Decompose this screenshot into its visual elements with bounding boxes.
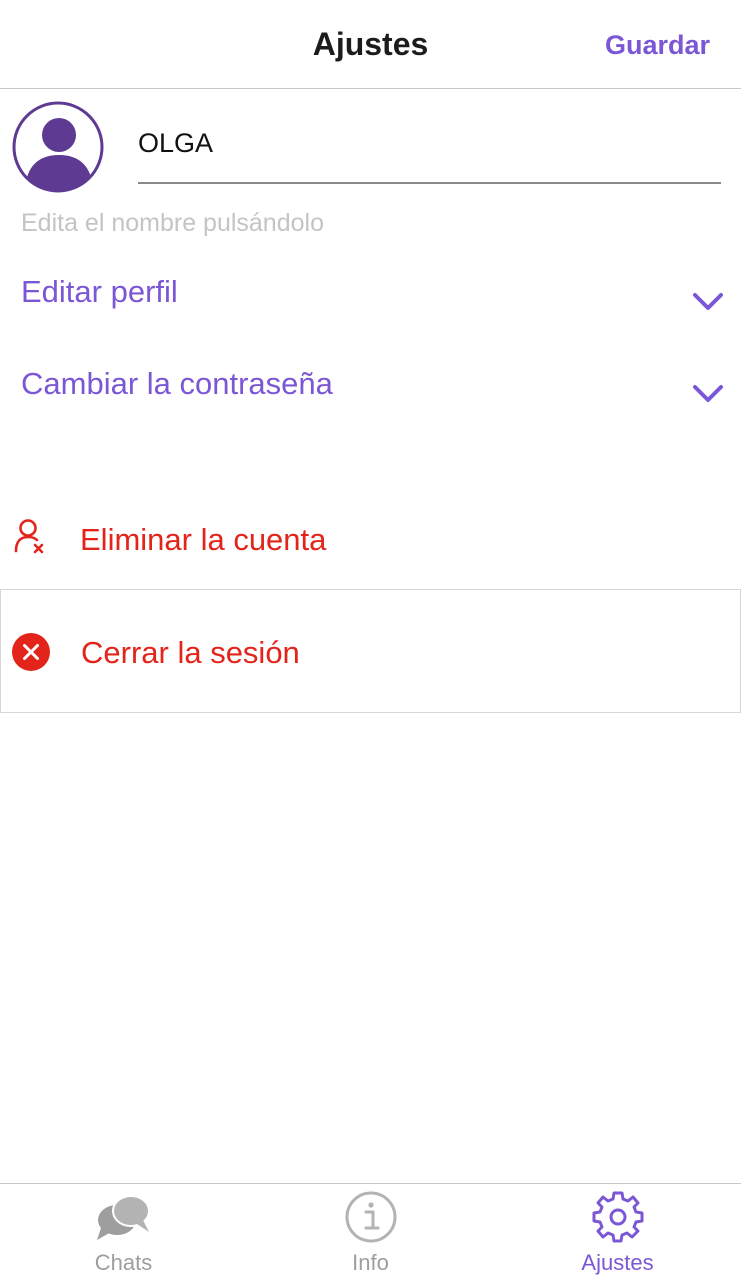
user-remove-icon [14, 519, 44, 554]
delete-account-button[interactable]: Eliminar la cuenta [0, 505, 741, 575]
header-bar: Ajustes Guardar [0, 0, 741, 89]
tab-settings-label: Ajustes [581, 1250, 654, 1275]
change-password-row[interactable]: Cambiar la contraseña [0, 366, 741, 426]
edit-profile-row[interactable]: Editar perfil [0, 274, 741, 334]
save-button[interactable]: Guardar [605, 30, 710, 61]
tab-bar: Chats Info Ajustes [0, 1183, 741, 1281]
tab-settings[interactable]: Ajustes [494, 1184, 741, 1281]
chat-bubbles-icon [96, 1195, 150, 1240]
logout-label: Cerrar la sesión [81, 635, 300, 670]
delete-account-label: Eliminar la cuenta [80, 522, 327, 557]
user-avatar-icon[interactable] [12, 101, 104, 193]
name-input[interactable] [138, 120, 721, 184]
tab-info[interactable]: Info [247, 1184, 494, 1281]
chevron-down-icon [693, 385, 723, 402]
name-hint: Edita el nombre pulsándolo [21, 209, 324, 237]
logout-button[interactable]: Cerrar la sesión [0, 589, 741, 713]
tab-chats[interactable]: Chats [0, 1184, 247, 1281]
edit-profile-label: Editar perfil [21, 274, 178, 309]
chevron-down-icon [693, 293, 723, 310]
gear-icon [592, 1191, 643, 1243]
tab-info-label: Info [352, 1250, 389, 1275]
change-password-label: Cambiar la contraseña [21, 366, 333, 401]
tab-chats-label: Chats [94, 1250, 153, 1275]
close-circle-icon [12, 633, 50, 671]
info-icon [345, 1191, 396, 1243]
